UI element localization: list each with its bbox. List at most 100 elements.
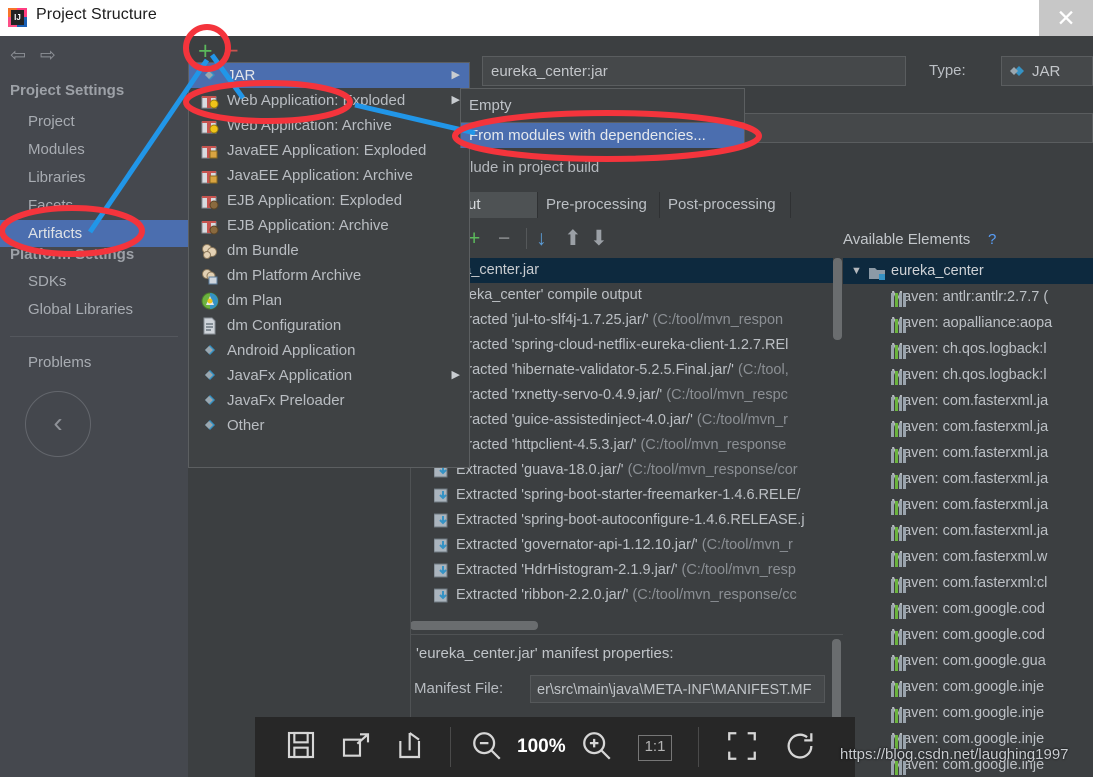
table-row[interactable]: xtracted 'guice-assistedinject-4.0.jar/'…	[410, 408, 842, 433]
save-icon[interactable]	[285, 729, 317, 761]
list-item[interactable]: ▼ eureka_center	[843, 258, 1093, 284]
dm-bundle-icon	[201, 242, 219, 260]
menu-item-dm-bundle[interactable]: dm Bundle	[189, 238, 469, 263]
fit-screen-icon[interactable]	[725, 729, 759, 763]
list-item[interactable]: Maven: com.google.cod	[843, 622, 1093, 648]
output-layout-tree[interactable]: ka_center.jar ureka_center' compile outp…	[410, 258, 842, 628]
list-item[interactable]: Maven: com.fasterxml.ja	[843, 440, 1093, 466]
list-item-label: Maven: com.google.inje	[891, 679, 1045, 695]
list-item[interactable]: Maven: com.fasterxml:cl	[843, 570, 1093, 596]
table-row[interactable]: Extracted 'spring-boot-starter-freemarke…	[410, 483, 842, 508]
sidebar-item-modules[interactable]: Modules	[0, 136, 188, 163]
list-item[interactable]: Maven: ch.qos.logback:l	[843, 336, 1093, 362]
table-row[interactable]: Extracted 'HdrHistogram-2.1.9.jar/' (C:/…	[410, 558, 842, 583]
table-row[interactable]: xtracted 'rxnetty-servo-0.4.9.jar/' (C:/…	[410, 383, 842, 408]
menu-item-ejb-application-archive[interactable]: EJB Application: Archive	[189, 213, 469, 238]
artifact-name-input[interactable]: eureka_center:jar	[482, 56, 906, 86]
add-artifact-menu: Add JAR ▶ Web Application: Exploded ▶ We…	[188, 62, 470, 468]
menu-item-ejb-application-exploded[interactable]: EJB Application: Exploded	[189, 188, 469, 213]
menu-item-dm-platform-archive[interactable]: dm Platform Archive	[189, 263, 469, 288]
sidebar-item-artifacts[interactable]: Artifacts	[0, 220, 188, 247]
close-icon[interactable]: ✕	[1039, 0, 1093, 36]
sidebar-item-facets[interactable]: Facets	[0, 192, 188, 219]
list-item[interactable]: Maven: com.google.inje	[843, 700, 1093, 726]
sidebar-item-libraries[interactable]: Libraries	[0, 164, 188, 191]
list-item[interactable]: Maven: com.fasterxml.ja	[843, 414, 1093, 440]
table-row[interactable]: Extracted 'guava-18.0.jar/' (C:/tool/mvn…	[410, 458, 842, 483]
add-artifact-button[interactable]: +	[198, 39, 213, 64]
tree-item-label: xtracted 'httpclient-4.5.3.jar/'	[456, 437, 637, 453]
list-item[interactable]: Maven: aopalliance:aopa	[843, 310, 1093, 336]
table-row[interactable]: Extracted 'ribbon-2.2.0.jar/' (C:/tool/m…	[410, 583, 842, 608]
share-icon[interactable]	[395, 729, 427, 761]
available-elements-tree[interactable]: ▼ eureka_center Maven: antlr:antlr:2.7.7…	[843, 258, 1093, 777]
table-row[interactable]: xtracted 'hibernate-validator-5.2.5.Fina…	[410, 358, 842, 383]
table-row[interactable]: Extracted 'spring-boot-autoconfigure-1.4…	[410, 508, 842, 533]
table-row[interactable]: ka_center.jar	[410, 258, 842, 283]
table-row[interactable]: xtracted 'httpclient-4.5.3.jar/' (C:/too…	[410, 433, 842, 458]
tree-horizontal-scrollbar[interactable]	[410, 621, 842, 630]
tree-item-label: ureka_center' compile output	[456, 287, 642, 303]
tree-vertical-scrollbar[interactable]	[833, 258, 842, 628]
toolbar-divider	[450, 727, 451, 767]
list-item[interactable]: Maven: com.fasterxml.w	[843, 544, 1093, 570]
back-arrow-icon[interactable]: ⇦	[10, 44, 26, 67]
menu-item-javaee-application-exploded[interactable]: JavaEE Application: Exploded	[189, 138, 469, 163]
library-icon	[891, 498, 906, 515]
list-item[interactable]: Maven: com.fasterxml.ja	[843, 492, 1093, 518]
list-item-label: Maven: com.fasterxml.w	[891, 549, 1048, 565]
move-up-button[interactable]: ⬆	[564, 226, 582, 251]
menu-item-javaee-application-archive[interactable]: JavaEE Application: Archive	[189, 163, 469, 188]
menu-item-dm-plan[interactable]: dm Plan	[189, 288, 469, 313]
zoom-in-icon[interactable]	[580, 729, 614, 763]
menu-item-android-application[interactable]: Android Application	[189, 338, 469, 363]
submenu-item-empty[interactable]: Empty	[461, 89, 744, 122]
menu-item-web-application-exploded[interactable]: Web Application: Exploded ▶	[189, 88, 469, 113]
menu-item-label: Android Application	[227, 342, 356, 359]
actual-size-button[interactable]: 1:1	[638, 735, 672, 761]
sidebar-item-sdks[interactable]: SDKs	[0, 268, 188, 295]
rotate-icon[interactable]	[783, 729, 817, 763]
list-item[interactable]: Maven: com.google.inje	[843, 674, 1093, 700]
zoom-level-label: 100%	[517, 736, 566, 757]
menu-item-dm-configuration[interactable]: dm Configuration	[189, 313, 469, 338]
table-row[interactable]: ureka_center' compile output	[410, 283, 842, 308]
table-row[interactable]: xtracted 'spring-cloud-netflix-eureka-cl…	[410, 333, 842, 358]
list-item[interactable]: Maven: com.fasterxml.ja	[843, 466, 1093, 492]
help-icon[interactable]: ?	[988, 231, 996, 248]
forward-arrow-icon[interactable]: ⇨	[40, 44, 56, 67]
collapse-sidebar-button[interactable]: ‹	[25, 391, 91, 457]
menu-item-label: JavaEE Application: Exploded	[227, 142, 427, 159]
move-down-button[interactable]: ⬇	[590, 226, 608, 251]
include-in-build-checkbox-label[interactable]: lude in project build	[470, 159, 599, 176]
remove-element-button[interactable]: −	[498, 226, 510, 251]
list-item-label: Maven: com.fasterxml:cl	[891, 575, 1048, 591]
list-item[interactable]: Maven: ch.qos.logback:l	[843, 362, 1093, 388]
zoom-out-icon[interactable]	[470, 729, 504, 763]
menu-item-other[interactable]: Other	[189, 413, 469, 438]
sidebar-item-project[interactable]: Project	[0, 108, 188, 135]
menu-item-javafx-preloader[interactable]: JavaFx Preloader	[189, 388, 469, 413]
remove-artifact-button[interactable]: −	[224, 39, 239, 64]
menu-item-jar[interactable]: JAR ▶	[189, 63, 469, 88]
tab-pre-processing[interactable]: Pre-processing	[538, 192, 660, 218]
list-item[interactable]: Maven: com.google.cod	[843, 596, 1093, 622]
table-row[interactable]: xtracted 'jul-to-slf4j-1.7.25.jar/' (C:/…	[410, 308, 842, 333]
table-row[interactable]: Extracted 'governator-api-1.12.10.jar/' …	[410, 533, 842, 558]
tab-output-layout[interactable]: ut Layout	[460, 192, 538, 239]
menu-item-javafx-application[interactable]: JavaFx Application ▶	[189, 363, 469, 388]
sort-button[interactable]: ↓	[536, 226, 547, 251]
list-item[interactable]: Maven: com.fasterxml.ja	[843, 388, 1093, 414]
list-item[interactable]: Maven: antlr:antlr:2.7.7 (	[843, 284, 1093, 310]
list-item[interactable]: Maven: com.google.gua	[843, 648, 1093, 674]
sidebar-item-global-libraries[interactable]: Global Libraries	[0, 296, 188, 323]
menu-item-web-application-archive[interactable]: Web Application: Archive	[189, 113, 469, 138]
sidebar-item-problems[interactable]: Problems	[0, 349, 188, 376]
manifest-file-input[interactable]: er\src\main\java\META-INF\MANIFEST.MF	[530, 675, 825, 703]
open-external-icon[interactable]	[340, 729, 372, 761]
chevron-down-icon[interactable]: ▼	[851, 258, 862, 284]
submenu-item-from-modules-with-dependencies[interactable]: From modules with dependencies...	[461, 123, 744, 148]
list-item[interactable]: Maven: com.fasterxml.ja	[843, 518, 1093, 544]
list-item-label: Maven: com.google.inje	[891, 705, 1045, 721]
tab-post-processing[interactable]: Post-processing	[660, 192, 791, 218]
